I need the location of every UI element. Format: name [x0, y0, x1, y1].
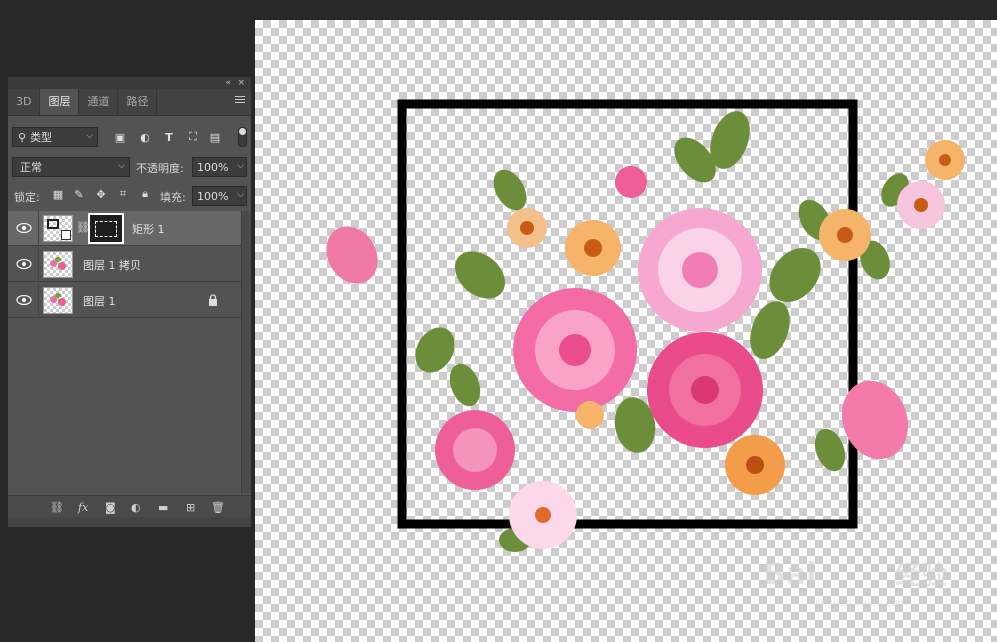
eye-icon[interactable]: [16, 294, 32, 306]
vector-shape-badge-icon: [61, 230, 71, 240]
tab-channels[interactable]: 通道: [79, 89, 119, 115]
close-icon[interactable]: ×: [237, 77, 245, 89]
new-layer-icon[interactable]: ⊞: [186, 501, 195, 514]
filter-toggle[interactable]: [238, 127, 247, 147]
tab-layers[interactable]: 图层: [40, 89, 80, 115]
vector-mask-thumbnail[interactable]: [88, 213, 124, 244]
tab-3d[interactable]: 3D: [8, 89, 41, 115]
fill-label: 填充:: [160, 191, 186, 204]
filter-value: 类型: [30, 131, 53, 144]
tab-paths[interactable]: 路径: [118, 89, 158, 115]
blend-mode-value: 正常: [20, 161, 42, 174]
panel-resize-grip[interactable]: [8, 517, 251, 527]
eye-icon[interactable]: [16, 258, 32, 270]
opacity-input[interactable]: 100% ⌵: [192, 157, 247, 177]
lock-icon: [209, 294, 217, 306]
opacity-label: 不透明度:: [136, 162, 184, 175]
layer-thumbnail: [43, 251, 73, 278]
new-group-folder-icon[interactable]: ▬: [158, 501, 168, 514]
lock-transparency-icon[interactable]: ▦: [51, 187, 65, 201]
layer-name[interactable]: 矩形 1: [132, 221, 165, 237]
lock-artboard-icon[interactable]: ⌗: [116, 187, 130, 201]
svg-text:Bai: Bai: [763, 557, 816, 592]
collapse-icon[interactable]: «: [225, 77, 231, 89]
layer-row-rectangle-1[interactable]: ⛓ 矩形 1: [8, 211, 244, 246]
lock-pixels-brush-icon[interactable]: ✎: [72, 187, 86, 201]
fx-layer-style-icon[interactable]: fx: [78, 501, 88, 514]
layer-row-layer-1-copy[interactable]: 图层 1 拷贝: [8, 247, 244, 282]
chevron-down-icon: ⌵: [237, 190, 244, 200]
opacity-value: 100%: [197, 160, 229, 174]
layers-scrollbar[interactable]: [241, 211, 251, 493]
chevron-down-icon: ⌵: [118, 161, 125, 171]
baidu-watermark: Bai 经验 jingyan.baidu.com: [763, 557, 947, 609]
layer-row-layer-1[interactable]: 图层 1: [8, 283, 244, 318]
search-icon: ⚲: [18, 130, 27, 144]
fill-value: 100%: [197, 189, 229, 203]
svg-text:经验: 经验: [895, 560, 947, 591]
blend-mode-select[interactable]: 正常 ⌵: [12, 157, 130, 177]
lock-position-move-icon[interactable]: ✥: [94, 187, 108, 201]
layer-name[interactable]: 图层 1 拷贝: [83, 257, 141, 273]
lock-all-icon[interactable]: 🔒︎: [138, 187, 152, 201]
link-layers-icon[interactable]: ⛓: [50, 501, 64, 514]
svg-text:jingyan.baidu.com: jingyan.baidu.com: [814, 598, 907, 609]
panel-menu-icon[interactable]: [235, 96, 245, 105]
layers-panel: « × 3D 图层 通道 路径 ⚲ 类型 ⌵ ▣ ◐ T ⛶ ▤ 正常 ⌵ 不透…: [7, 76, 252, 528]
eye-icon[interactable]: [16, 222, 32, 234]
trash-icon[interactable]: 🗑︎: [211, 501, 225, 514]
pixel-filter-icon[interactable]: ▣: [113, 130, 127, 144]
add-mask-icon[interactable]: ◙: [105, 501, 116, 514]
panel-titlebar: « ×: [8, 77, 251, 89]
fill-input[interactable]: 100% ⌵: [192, 186, 247, 206]
type-filter-icon[interactable]: T: [162, 130, 176, 144]
chevron-down-icon: ⌵: [86, 131, 93, 141]
layer-thumbnail: [43, 287, 73, 314]
adjustment-layer-icon[interactable]: ◐: [131, 501, 141, 514]
panel-bottom-toolbar: ⛓ fx ◙ ◐ ▬ ⊞ 🗑︎: [8, 495, 251, 518]
chevron-down-icon: ⌵: [237, 161, 244, 171]
shape-filter-icon[interactable]: ⛶: [186, 130, 200, 144]
canvas-artwork: Bai 经验 jingyan.baidu.com: [326, 99, 965, 609]
panel-tabs: 3D 图层 通道 路径: [8, 89, 251, 116]
layer-name[interactable]: 图层 1: [83, 293, 116, 309]
layer-filter-select[interactable]: ⚲ 类型 ⌵: [12, 127, 98, 147]
layer-thumbnail: [43, 215, 73, 242]
adjustment-filter-icon[interactable]: ◐: [138, 130, 152, 144]
smart-object-filter-icon[interactable]: ▤: [208, 130, 222, 144]
lock-label: 锁定:: [14, 191, 40, 204]
